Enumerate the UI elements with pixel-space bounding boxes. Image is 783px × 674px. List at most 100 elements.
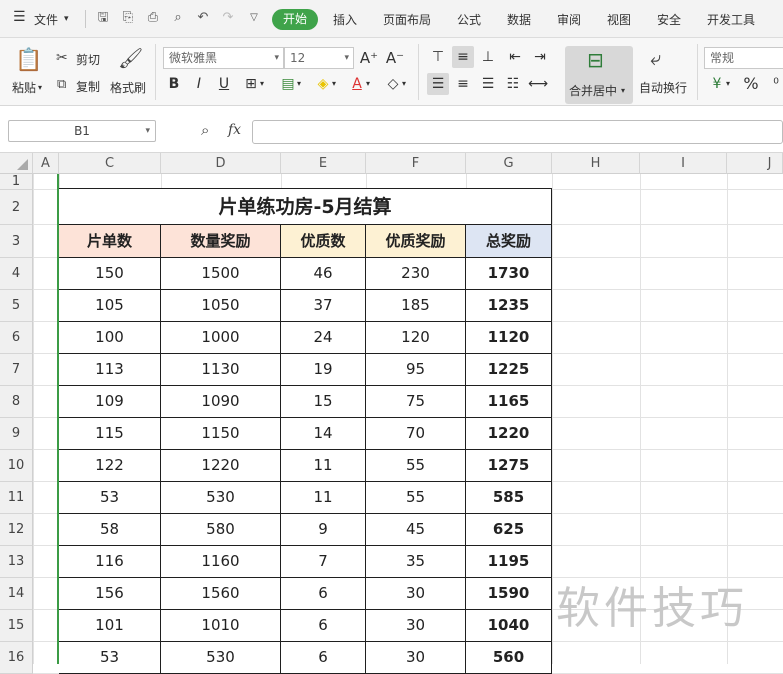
row-header[interactable]: 2 <box>0 190 33 225</box>
table-cell[interactable]: 185 <box>366 290 466 322</box>
row-header[interactable]: 13 <box>0 546 33 578</box>
table-cell[interactable]: 1120 <box>466 322 552 354</box>
chevron-down-icon[interactable]: ▾ <box>294 73 304 95</box>
copy-icon[interactable]: ⧉ <box>57 78 66 91</box>
column-header[interactable]: F <box>366 153 466 174</box>
column-header[interactable]: G <box>466 153 552 174</box>
file-menu[interactable]: 文件 <box>34 11 58 28</box>
table-cell[interactable]: 6 <box>281 610 366 642</box>
decrease-indent-icon[interactable]: ⇤ <box>504 46 526 68</box>
tab-view[interactable]: 视图 <box>607 11 631 28</box>
table-cell[interactable]: 530 <box>161 642 281 674</box>
table-title[interactable]: 片单练功房-5月结算 <box>59 188 552 225</box>
table-cell[interactable]: 1050 <box>161 290 281 322</box>
row-header[interactable]: 15 <box>0 610 33 642</box>
table-cell[interactable]: 1150 <box>161 418 281 450</box>
table-cell[interactable]: 35 <box>366 546 466 578</box>
table-cell[interactable]: 150 <box>59 258 161 290</box>
table-cell[interactable]: 585 <box>466 482 552 514</box>
table-cell[interactable]: 105 <box>59 290 161 322</box>
table-cell[interactable]: 15 <box>281 386 366 418</box>
column-header[interactable]: E <box>281 153 366 174</box>
table-cell[interactable]: 1220 <box>466 418 552 450</box>
customize-toolbar-icon[interactable]: ▽ <box>246 10 262 26</box>
merge-center-button[interactable]: ⊟ 合并居中 ▾ <box>565 46 633 104</box>
table-cell[interactable]: 1160 <box>161 546 281 578</box>
tab-review[interactable]: 审阅 <box>557 11 581 28</box>
row-header[interactable]: 11 <box>0 482 33 514</box>
row-header[interactable]: 4 <box>0 258 33 290</box>
table-header-cell[interactable]: 总奖励 <box>466 225 552 258</box>
table-cell[interactable]: 116 <box>59 546 161 578</box>
paste-button[interactable]: 粘贴 <box>12 79 36 96</box>
name-box[interactable]: B1 ▾ <box>8 120 156 142</box>
table-cell[interactable]: 55 <box>366 450 466 482</box>
table-cell[interactable]: 1090 <box>161 386 281 418</box>
table-cell[interactable]: 45 <box>366 514 466 546</box>
table-cell[interactable]: 6 <box>281 642 366 674</box>
table-cell[interactable]: 530 <box>161 482 281 514</box>
bold-icon[interactable]: B <box>163 73 185 95</box>
table-cell[interactable]: 24 <box>281 322 366 354</box>
formula-input[interactable] <box>252 120 783 144</box>
tab-security[interactable]: 安全 <box>657 11 681 28</box>
chevron-down-icon[interactable]: ▾ <box>257 73 267 95</box>
table-cell[interactable]: 101 <box>59 610 161 642</box>
copy-button[interactable]: 复制 <box>76 78 100 95</box>
row-header[interactable]: 3 <box>0 225 33 258</box>
table-cell[interactable]: 1730 <box>466 258 552 290</box>
chevron-down-icon[interactable]: ▾ <box>38 83 42 92</box>
align-left-icon[interactable]: ☰ <box>427 73 449 95</box>
table-cell[interactable]: 1220 <box>161 450 281 482</box>
table-cell[interactable]: 120 <box>366 322 466 354</box>
column-header[interactable]: A <box>33 153 59 174</box>
tab-developer[interactable]: 开发工具 <box>707 11 755 28</box>
export-pdf-icon[interactable]: ⎘ <box>120 10 136 26</box>
table-cell[interactable]: 1040 <box>466 610 552 642</box>
chevron-down-icon[interactable]: ▾ <box>399 73 409 95</box>
table-cell[interactable]: 46 <box>281 258 366 290</box>
table-cell[interactable]: 115 <box>59 418 161 450</box>
table-cell[interactable]: 11 <box>281 482 366 514</box>
column-header[interactable]: J <box>727 153 783 174</box>
font-size-select[interactable]: 12 ▾ <box>284 47 354 69</box>
increase-font-icon[interactable]: A⁺ <box>358 47 380 69</box>
table-cell[interactable]: 11 <box>281 450 366 482</box>
font-name-select[interactable]: 微软雅黑 ▾ <box>163 47 284 69</box>
table-cell[interactable]: 70 <box>366 418 466 450</box>
row-header[interactable]: 12 <box>0 514 33 546</box>
select-all-corner[interactable] <box>0 153 33 174</box>
align-right-icon[interactable]: ☰ <box>477 73 499 95</box>
table-cell[interactable]: 75 <box>366 386 466 418</box>
row-header[interactable]: 6 <box>0 322 33 354</box>
distributed-icon[interactable]: ⟷ <box>527 73 549 95</box>
chevron-down-icon[interactable]: ▾ <box>329 73 339 95</box>
print-icon[interactable]: ⎙ <box>145 10 161 26</box>
save-icon[interactable]: 🖫 <box>95 10 111 26</box>
table-cell[interactable]: 109 <box>59 386 161 418</box>
decrease-font-icon[interactable]: A⁻ <box>384 47 406 69</box>
format-painter-icon[interactable]: 🖌 <box>118 48 143 68</box>
fx-icon[interactable]: fx <box>228 123 241 137</box>
wrap-text-icon[interactable]: ⤶ <box>650 48 661 68</box>
table-cell[interactable]: 30 <box>366 610 466 642</box>
justify-icon[interactable]: ☷ <box>502 73 524 95</box>
zoom-search-icon[interactable]: ⌕ <box>201 123 209 138</box>
chevron-down-icon[interactable]: ▾ <box>363 73 373 95</box>
table-header-cell[interactable]: 片单数 <box>59 225 161 258</box>
cut-button[interactable]: 剪切 <box>76 51 100 68</box>
hamburger-menu-icon[interactable]: ☰ <box>13 9 26 25</box>
align-bottom-icon[interactable]: ⊥ <box>477 46 499 68</box>
table-cell[interactable]: 1275 <box>466 450 552 482</box>
table-header-cell[interactable]: 优质数 <box>281 225 366 258</box>
tab-page-layout[interactable]: 页面布局 <box>383 11 431 28</box>
row-header[interactable]: 16 <box>0 642 33 674</box>
table-cell[interactable]: 19 <box>281 354 366 386</box>
format-painter-button[interactable]: 格式刷 <box>110 79 146 96</box>
table-cell[interactable]: 113 <box>59 354 161 386</box>
table-cell[interactable]: 1500 <box>161 258 281 290</box>
table-cell[interactable]: 1590 <box>466 578 552 610</box>
table-cell[interactable]: 55 <box>366 482 466 514</box>
row-header[interactable]: 7 <box>0 354 33 386</box>
table-cell[interactable]: 580 <box>161 514 281 546</box>
